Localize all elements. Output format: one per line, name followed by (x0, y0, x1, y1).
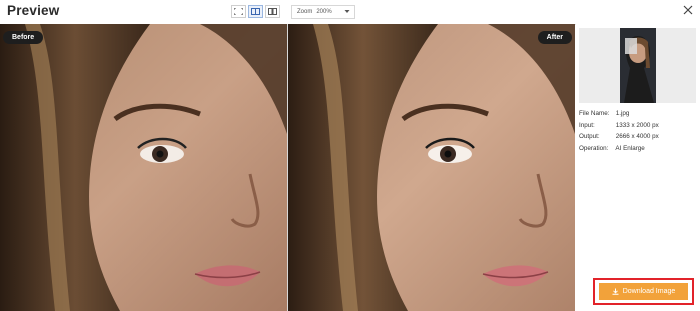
side-by-side-icon (268, 8, 277, 15)
file-name-row: File Name: 1.jpg (579, 108, 659, 120)
download-image-button[interactable]: Download Image (599, 283, 688, 300)
after-image-panel[interactable]: After (288, 24, 575, 311)
split-view-icon (251, 8, 260, 15)
input-label: Input: (579, 121, 595, 129)
zoom-label: Zoom (297, 9, 313, 15)
zoom-value: 200% (316, 9, 332, 15)
input-value: 1333 x 2000 px (615, 121, 659, 129)
image-thumbnail[interactable] (620, 28, 656, 103)
output-row: Output: 2666 x 4000 px (579, 131, 659, 143)
before-label: Before (3, 31, 44, 44)
operation-value: AI Enlarge (615, 144, 645, 152)
side-by-side-button[interactable] (265, 5, 280, 18)
output-label: Output: (579, 133, 600, 141)
close-icon (683, 5, 693, 15)
before-image-panel[interactable]: Before (0, 24, 287, 311)
operation-label: Operation: (579, 144, 609, 152)
page-title: Preview (7, 3, 60, 18)
fit-screen-button[interactable] (231, 5, 246, 18)
operation-row: Operation: AI Enlarge (579, 143, 659, 155)
download-button-label: Download Image (622, 288, 676, 295)
input-row: Input: 1333 x 2000 px (579, 120, 659, 132)
thumbnail-photo (620, 28, 656, 103)
fit-screen-icon (234, 8, 243, 15)
image-info: File Name: 1.jpg Input: 1333 x 2000 px O… (579, 108, 659, 154)
after-label: After (537, 31, 572, 44)
preview-header: Preview Zoom 200% (0, 0, 700, 25)
chevron-down-icon (344, 10, 350, 13)
thumbnail-area (579, 28, 696, 103)
info-sidebar: File Name: 1.jpg Input: 1333 x 2000 px O… (576, 24, 700, 311)
output-value: 2666 x 4000 px (615, 133, 659, 141)
file-name-value: 1.jpg (615, 110, 630, 117)
download-highlight-frame: Download Image (593, 278, 694, 305)
split-view-button[interactable] (248, 5, 263, 18)
zoom-select[interactable]: Zoom 200% (291, 5, 355, 19)
file-name-label: File Name: (579, 110, 610, 117)
download-icon (612, 288, 619, 295)
close-button[interactable] (681, 3, 695, 17)
before-face-image (0, 24, 287, 311)
view-mode-toggles (231, 5, 282, 19)
after-face-image (288, 24, 575, 311)
